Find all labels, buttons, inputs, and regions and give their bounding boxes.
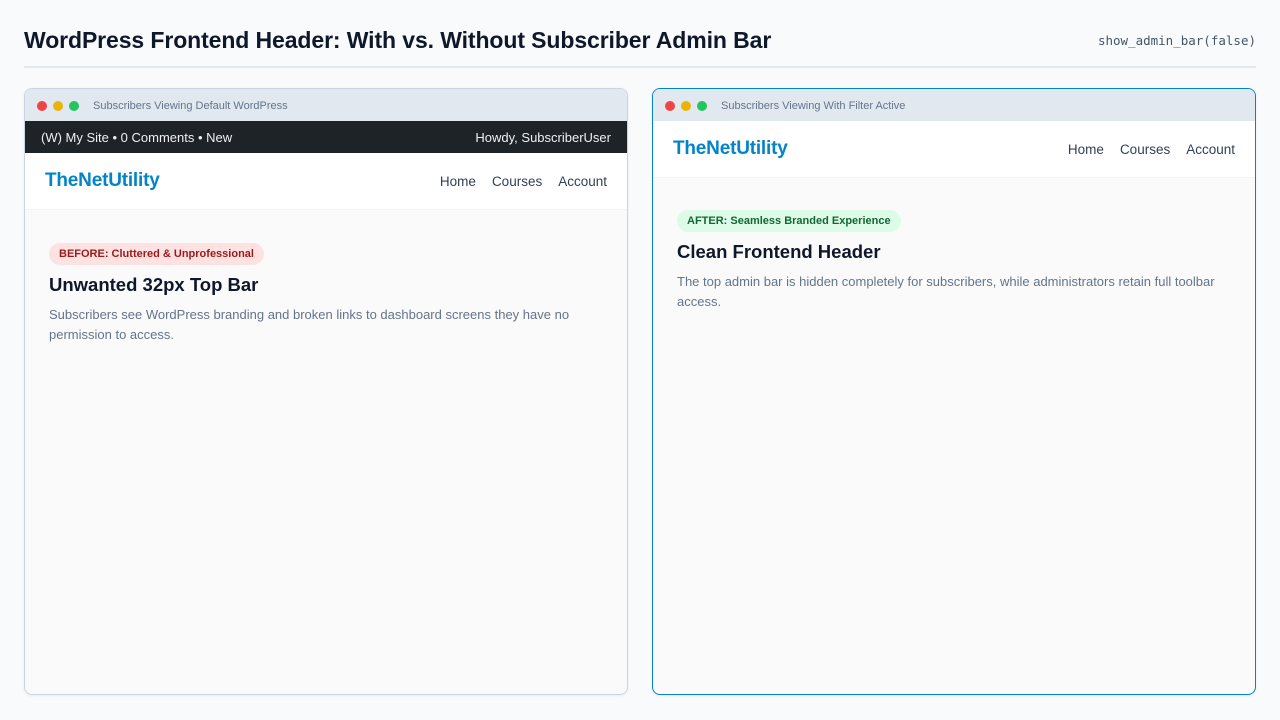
- site-header: TheNetUtility Home Courses Account: [653, 121, 1255, 178]
- minimize-window-dot-icon[interactable]: [53, 101, 63, 111]
- close-window-dot-icon[interactable]: [665, 101, 675, 111]
- nav-home-link[interactable]: Home: [440, 174, 476, 189]
- site-nav: Home Courses Account: [1052, 142, 1235, 157]
- admin-bar-site-links[interactable]: (W) My Site • 0 Comments • New: [41, 130, 232, 145]
- window-titlebar: Subscribers Viewing With Filter Active: [653, 89, 1255, 121]
- card-heading: Clean Frontend Header: [677, 241, 881, 262]
- close-window-dot-icon[interactable]: [37, 101, 47, 111]
- site-header: TheNetUtility Home Courses Account: [25, 153, 627, 210]
- nav-courses-link[interactable]: Courses: [492, 174, 542, 189]
- window-titlebar: Subscribers Viewing Default WordPress: [25, 89, 627, 121]
- minimize-window-dot-icon[interactable]: [681, 101, 691, 111]
- nav-account-link[interactable]: Account: [558, 174, 607, 189]
- card-description: The top admin bar is hidden completely f…: [677, 274, 1215, 309]
- nav-courses-link[interactable]: Courses: [1120, 142, 1170, 157]
- code-snippet: show_admin_bar(false): [1097, 33, 1256, 48]
- window-content: AFTER: Seamless Branded Experience Clean…: [653, 178, 1255, 312]
- window-content: BEFORE: Cluttered & Unprofessional Unwan…: [25, 210, 627, 345]
- site-logo[interactable]: TheNetUtility: [673, 138, 788, 160]
- nav-account-link[interactable]: Account: [1186, 142, 1235, 157]
- window-title: Subscribers Viewing With Filter Active: [721, 100, 906, 112]
- before-window: Subscribers Viewing Default WordPress (W…: [24, 88, 628, 695]
- window-title: Subscribers Viewing Default WordPress: [93, 100, 288, 112]
- page-header: WordPress Frontend Header: With vs. With…: [24, 0, 1256, 68]
- after-window: Subscribers Viewing With Filter Active T…: [652, 88, 1256, 695]
- site-nav: Home Courses Account: [424, 174, 607, 189]
- after-badge: AFTER: Seamless Branded Experience: [677, 210, 901, 232]
- card-heading: Unwanted 32px Top Bar: [49, 274, 259, 295]
- admin-bar-account-greeting[interactable]: Howdy, SubscriberUser: [475, 130, 611, 145]
- page-title: WordPress Frontend Header: With vs. With…: [24, 27, 772, 53]
- wp-admin-bar: (W) My Site • 0 Comments • New Howdy, Su…: [25, 121, 627, 153]
- maximize-window-dot-icon[interactable]: [697, 101, 707, 111]
- card-description: Subscribers see WordPress branding and b…: [49, 307, 570, 342]
- site-logo[interactable]: TheNetUtility: [45, 170, 160, 192]
- maximize-window-dot-icon[interactable]: [69, 101, 79, 111]
- before-badge: BEFORE: Cluttered & Unprofessional: [49, 243, 264, 265]
- nav-home-link[interactable]: Home: [1068, 142, 1104, 157]
